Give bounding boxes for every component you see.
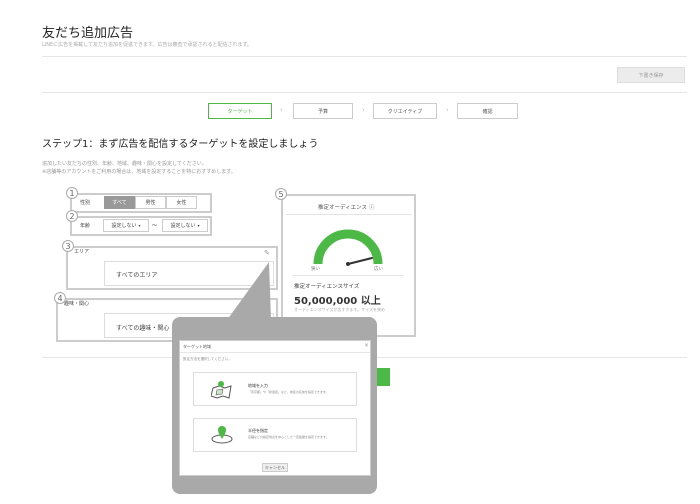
option-description: 「東京都」や「新宿区」など、地区の名前を指定できます。	[248, 390, 329, 394]
chevron-right-icon: ›	[446, 106, 449, 114]
chevron-right-icon: ›	[362, 106, 365, 114]
option-description: 店舗などの指定地点を中心とした一定範囲を指定できます。	[248, 435, 329, 439]
gender-all-option[interactable]: すべて	[104, 196, 135, 209]
pencil-icon[interactable]: ✎	[264, 249, 270, 257]
page-title: 友だち追加広告	[42, 26, 134, 41]
divider	[42, 56, 687, 57]
step-confirm[interactable]: 確認	[457, 103, 518, 119]
divider	[180, 352, 370, 353]
area-label: エリア	[74, 249, 90, 255]
divider	[42, 92, 687, 93]
audience-note: オーディエンスサイズが広すぎます。サイズを狭め	[294, 307, 385, 312]
gender-label: 性別	[80, 200, 91, 206]
zoom-pointer	[227, 262, 271, 320]
save-draft-button[interactable]: 下書き保存	[617, 67, 685, 83]
age-separator: ～	[152, 223, 158, 229]
interest-label: 趣味・関心	[64, 301, 90, 307]
area-value: すべてのエリア	[116, 272, 158, 279]
age-from-select[interactable]: 設定しない ▾	[103, 219, 149, 232]
audience-gauge	[313, 229, 383, 266]
chevron-down-icon: ▾	[197, 223, 200, 228]
dialog-title: ターゲット地域	[183, 344, 211, 349]
callout-marker-4: 4	[54, 292, 66, 304]
description-line: 追加したい友だちの性別、年齢、地域、趣味・関心を設定してください。	[42, 161, 207, 167]
gauge-pivot	[346, 262, 350, 266]
chevron-down-icon: ▾	[138, 223, 141, 228]
divider	[292, 275, 404, 276]
next-button[interactable]	[376, 368, 390, 386]
map-icon	[211, 381, 232, 399]
dialog-subtitle: 設定方法を選択してください。	[183, 357, 232, 361]
gauge-needle	[347, 257, 373, 265]
age-to-select[interactable]: 設定しない ▾	[162, 219, 208, 232]
callout-marker-5: 5	[275, 188, 287, 200]
description-line: ※店舗等のアカウントをご利用の場合は、地域を設定することを特におすすめします。	[42, 169, 236, 175]
step-target[interactable]: ターゲット	[208, 103, 272, 119]
option-title: 半径を指定	[248, 428, 268, 433]
callout-marker-3: 3	[62, 240, 74, 252]
audience-size-label: 推定オーディエンスサイズ	[294, 284, 360, 290]
option-title: 地域を入力	[248, 383, 268, 388]
age-to-value: 設定しない	[170, 223, 196, 229]
callout-marker-1: 1	[66, 187, 78, 199]
interest-value: すべての趣味・関心	[116, 325, 170, 332]
gauge-wide-label: 広い	[374, 267, 383, 272]
map-pin-radius-icon	[211, 426, 233, 444]
cancel-button[interactable]: キャンセル	[262, 463, 288, 472]
age-from-value: 設定しない	[111, 223, 137, 229]
audience-title: 推定オーディエンス ⓘ	[318, 205, 375, 211]
close-icon[interactable]: ×	[364, 342, 369, 349]
callout-marker-2: 2	[66, 210, 78, 222]
audience-size-value: 50,000,000 以上	[294, 296, 381, 307]
step-budget[interactable]: 予算	[293, 103, 353, 119]
step-creative[interactable]: クリエイティブ	[373, 103, 437, 119]
gauge-narrow-label: 狭い	[311, 267, 320, 272]
gender-male-option[interactable]: 男性	[135, 196, 166, 209]
gender-female-option[interactable]: 女性	[166, 196, 197, 209]
chevron-right-icon: ›	[280, 106, 283, 114]
age-label: 年齢	[80, 223, 91, 229]
step-heading: ステップ1：まず広告を配信するターゲットを設定しましょう	[42, 139, 319, 150]
page-subtitle: LINEに広告を掲載して友だち追加を促進できます。広告は審査で承認されると配信さ…	[42, 42, 253, 48]
